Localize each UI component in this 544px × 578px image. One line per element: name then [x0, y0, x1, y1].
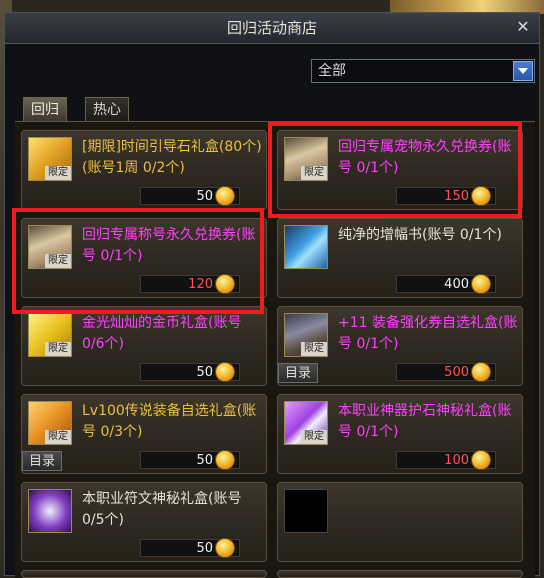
limit-badge: 限定 — [301, 342, 327, 356]
gold-giftbox-icon: 限定 — [28, 137, 72, 181]
item-name: 金光灿灿的金币礼盒(账号 0/6个) — [82, 315, 242, 352]
price-field: 50 — [140, 450, 240, 470]
item-price: 50 — [196, 453, 213, 468]
item-price: 100 — [444, 453, 469, 468]
item-name: 本职业符文神秘礼盒(账号 0/5个) — [82, 491, 242, 528]
item-price: 400 — [444, 277, 469, 292]
empty-item-card — [277, 482, 523, 562]
shop-item-card[interactable]: 限定 本职业神器护石神秘礼盒(账号 0/1个) 100 — [277, 394, 523, 474]
item-name: 本职业神器护石神秘礼盒(账号 0/1个) — [338, 403, 512, 440]
coin-icon — [215, 362, 235, 382]
blue-book-icon — [284, 225, 328, 269]
category-filter-select[interactable]: 全部 — [311, 59, 535, 83]
item-price: 50 — [196, 189, 213, 204]
highlight-box — [12, 208, 264, 314]
limit-badge: 限定 — [45, 342, 71, 356]
dropdown-arrow-icon[interactable] — [513, 61, 533, 81]
limit-badge: 限定 — [45, 166, 71, 180]
price-field: 50 — [140, 186, 240, 206]
title-bar[interactable]: 回归活动商店 ✕ — [5, 13, 539, 44]
item-name: Lv100传说装备自选礼盒(账号 0/3个) — [82, 403, 257, 440]
shop-item-card[interactable]: 限定 [期限]时间引导石礼盒(80个)(账号1周 0/2个) 50 — [21, 130, 267, 210]
item-name: +11 装备强化券自选礼盒(账号 0/1个) — [338, 315, 518, 352]
chest-icon: 限定 — [284, 313, 328, 357]
purple-mystery-box-icon: 限定 — [284, 401, 328, 445]
shop-item-card[interactable]: 限定 目录 Lv100传说装备自选礼盒(账号 0/3个) 50 — [21, 394, 267, 474]
rune-box-icon — [28, 489, 72, 533]
item-price: 50 — [196, 365, 213, 380]
catalog-button[interactable]: 目录 — [22, 451, 62, 471]
item-price: 500 — [444, 365, 469, 380]
price-field: 500 — [396, 362, 496, 382]
shop-item-card-partial — [21, 570, 267, 578]
shop-item-card[interactable]: 限定 金光灿灿的金币礼盒(账号 0/6个) 50 — [21, 306, 267, 386]
coin-icon — [215, 450, 235, 470]
orange-giftbox-icon: 限定 — [28, 401, 72, 445]
coin-icon — [471, 450, 491, 470]
category-filter-value: 全部 — [318, 63, 346, 79]
shop-item-card-partial — [277, 570, 523, 578]
coin-icon — [215, 538, 235, 558]
highlight-box — [268, 122, 522, 218]
gold-coin-box-icon: 限定 — [28, 313, 72, 357]
window-title: 回归活动商店 — [226, 19, 317, 37]
close-icon[interactable]: ✕ — [515, 19, 531, 35]
shop-item-card[interactable]: 本职业符文神秘礼盒(账号 0/5个) 50 — [21, 482, 267, 562]
tab-enthusiasm[interactable]: 热心 — [85, 97, 129, 121]
shop-item-card[interactable]: 纯净的增幅书(账号 0/1个) 400 — [277, 218, 523, 298]
empty-slot — [284, 489, 328, 533]
coin-icon — [215, 186, 235, 206]
price-field: 50 — [140, 362, 240, 382]
item-name: 纯净的增幅书(账号 0/1个) — [338, 227, 502, 243]
shop-item-card[interactable]: 限定 目录 +11 装备强化券自选礼盒(账号 0/1个) 500 — [277, 306, 523, 386]
catalog-button[interactable]: 目录 — [278, 363, 318, 383]
limit-badge: 限定 — [301, 430, 327, 444]
limit-badge: 限定 — [45, 430, 71, 444]
item-name: [期限]时间引导石礼盒(80个)(账号1周 0/2个) — [82, 139, 262, 176]
price-field: 400 — [396, 274, 496, 294]
coin-icon — [471, 362, 491, 382]
tab-return[interactable]: 回归 — [23, 97, 67, 121]
item-price: 50 — [196, 541, 213, 556]
price-field: 50 — [140, 538, 240, 558]
coin-icon — [471, 274, 491, 294]
price-field: 100 — [396, 450, 496, 470]
